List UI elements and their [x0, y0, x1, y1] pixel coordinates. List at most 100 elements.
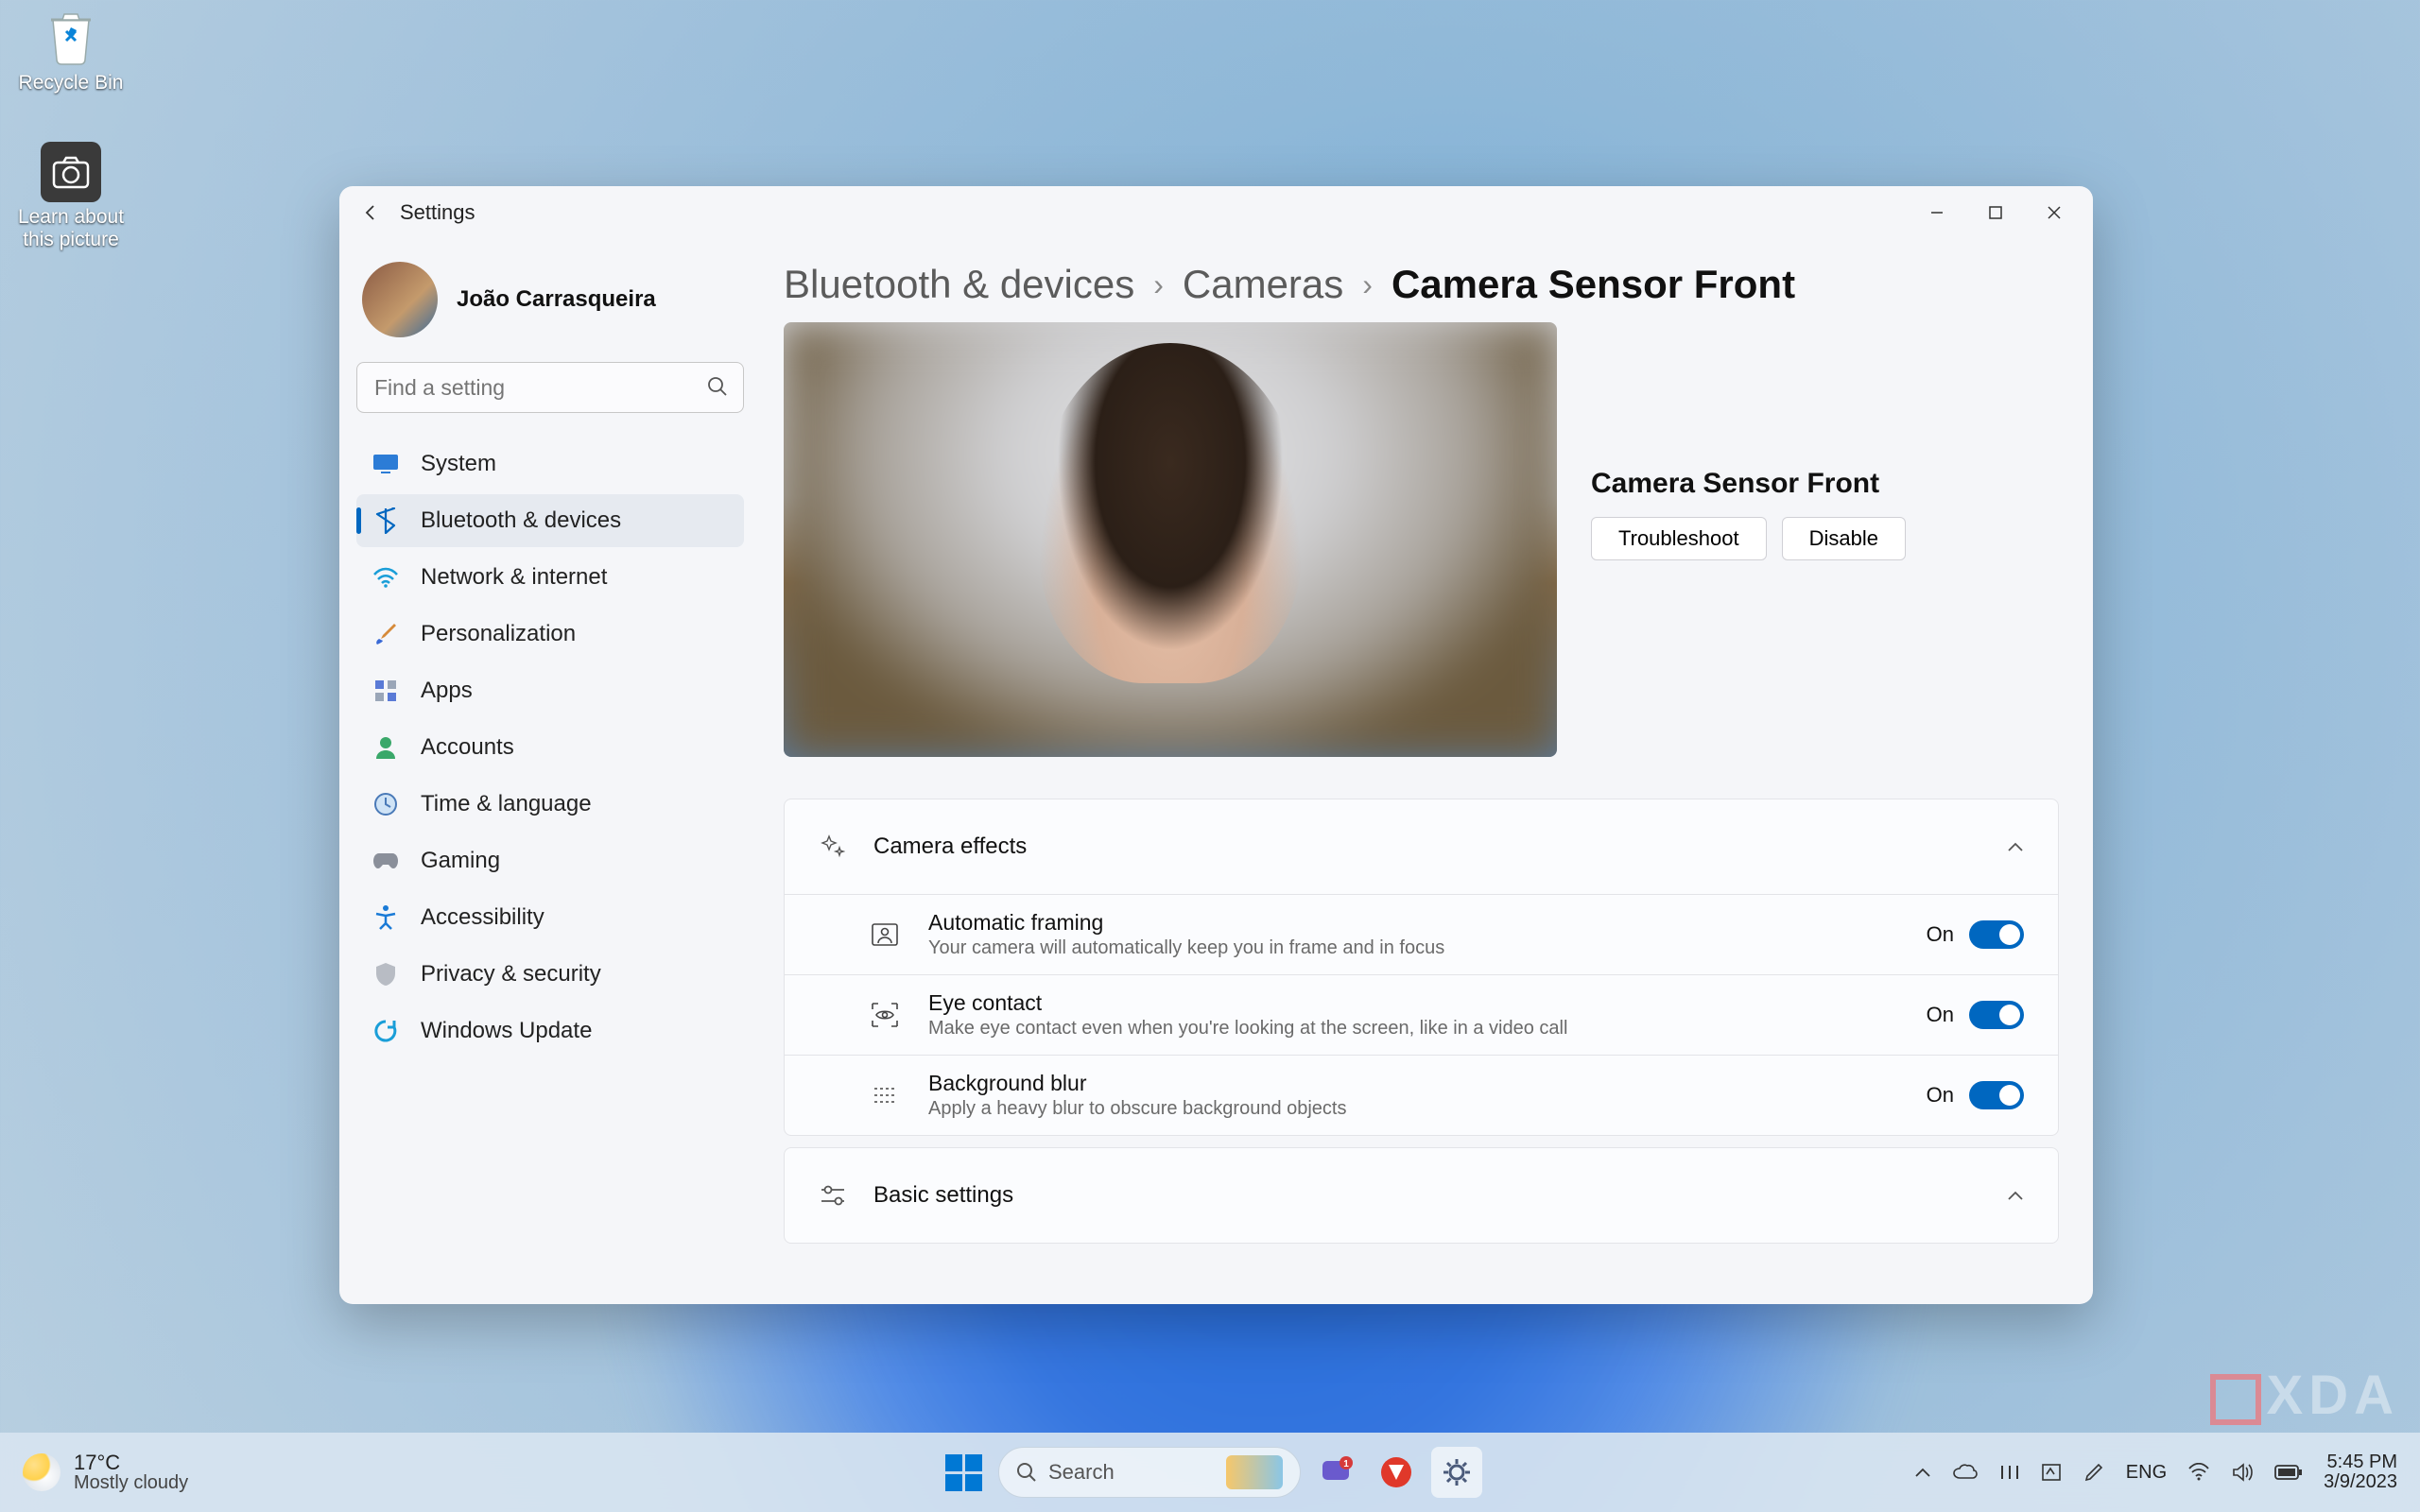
nav-label: System: [421, 451, 496, 477]
weather-cond: Mostly cloudy: [74, 1473, 188, 1493]
weather-temp: 17°C: [74, 1452, 188, 1473]
nav-label: Accounts: [421, 734, 514, 761]
row-title: Background blur: [928, 1071, 1900, 1096]
minimize-button[interactable]: [1908, 191, 1966, 234]
accessibility-icon: [372, 903, 400, 932]
start-button[interactable]: [938, 1447, 989, 1498]
desktop-icon-recycle-bin[interactable]: Recycle Bin: [9, 8, 132, 94]
breadcrumb-root[interactable]: Bluetooth & devices: [784, 262, 1134, 307]
nav-label: Gaming: [421, 848, 500, 874]
tray-app-icon[interactable]: [1999, 1463, 2020, 1482]
chevron-up-icon: [2007, 1190, 2024, 1201]
tray-wifi-icon[interactable]: [2187, 1463, 2210, 1482]
main-content: Bluetooth & devices › Cameras › Camera S…: [753, 239, 2093, 1304]
nav-time[interactable]: Time & language: [356, 778, 744, 831]
search-icon: [706, 375, 729, 398]
camera-preview: [784, 322, 1557, 757]
taskbar: 17°C Mostly cloudy Search 1 ENG 5:45 PM …: [0, 1433, 2420, 1512]
update-icon: [372, 1017, 400, 1045]
card-basic-settings: Basic settings: [784, 1147, 2059, 1244]
search-input[interactable]: [356, 362, 744, 413]
taskbar-app-settings[interactable]: [1431, 1447, 1482, 1498]
tray-app-icon-2[interactable]: [2041, 1463, 2062, 1482]
nav-update[interactable]: Windows Update: [356, 1005, 744, 1057]
toggle-state: On: [1927, 1083, 1954, 1108]
maximize-button[interactable]: [1966, 191, 2025, 234]
desktop-icon-label: Recycle Bin: [9, 72, 132, 94]
nav-privacy[interactable]: Privacy & security: [356, 948, 744, 1001]
nav-label: Time & language: [421, 791, 592, 817]
svg-text:1: 1: [1343, 1459, 1349, 1469]
tray-pen-icon[interactable]: [2083, 1461, 2105, 1484]
nav-personalization[interactable]: Personalization: [356, 608, 744, 661]
settings-window: Settings João Carrasqueira System Blueto…: [339, 186, 2093, 1304]
camera-title: Camera Sensor Front: [1591, 468, 2059, 500]
user-name: João Carrasqueira: [457, 286, 656, 313]
desktop-icon-label: Learn about this picture: [0, 206, 142, 251]
nav-label: Windows Update: [421, 1018, 592, 1044]
nav-label: Apps: [421, 678, 473, 704]
avatar: [362, 262, 438, 337]
sparkle-icon: [819, 833, 847, 861]
disable-button[interactable]: Disable: [1782, 517, 1906, 560]
card-header-effects[interactable]: Camera effects: [785, 799, 2058, 894]
eye-scan-icon: [868, 998, 902, 1032]
row-subtitle: Your camera will automatically keep you …: [928, 937, 1900, 959]
card-title: Camera effects: [873, 833, 1027, 860]
system-icon: [372, 450, 400, 478]
camera-icon: [41, 142, 101, 202]
row-automatic-framing: Automatic framing Your camera will autom…: [785, 894, 2058, 974]
nav-label: Bluetooth & devices: [421, 507, 621, 534]
nav-list: System Bluetooth & devices Network & int…: [356, 438, 744, 1057]
row-title: Automatic framing: [928, 910, 1900, 936]
chevron-right-icon: ›: [1153, 267, 1164, 302]
taskbar-weather[interactable]: 17°C Mostly cloudy: [23, 1452, 188, 1493]
nav-accessibility[interactable]: Accessibility: [356, 891, 744, 944]
chevron-up-icon: [2007, 841, 2024, 852]
toggle-eye-contact[interactable]: [1969, 1001, 2024, 1029]
shield-icon: [372, 960, 400, 988]
tray-onedrive-icon[interactable]: [1952, 1463, 1979, 1482]
tray-language[interactable]: ENG: [2126, 1462, 2167, 1484]
chevron-right-icon: ›: [1362, 267, 1373, 302]
taskbar-app-chat[interactable]: 1: [1310, 1447, 1361, 1498]
toggle-background-blur[interactable]: [1969, 1081, 2024, 1109]
blur-icon: [868, 1078, 902, 1112]
nav-label: Network & internet: [421, 564, 607, 591]
breadcrumb-cameras[interactable]: Cameras: [1183, 262, 1343, 307]
close-button[interactable]: [2025, 191, 2083, 234]
user-profile[interactable]: João Carrasqueira: [356, 252, 744, 362]
taskbar-center: Search 1: [938, 1447, 1482, 1498]
tray-datetime[interactable]: 5:45 PM 3/9/2023: [2324, 1452, 2397, 1492]
tray-overflow-icon[interactable]: [1914, 1467, 1931, 1478]
sliders-icon: [819, 1181, 847, 1210]
nav-network[interactable]: Network & internet: [356, 551, 744, 604]
tray-battery-icon[interactable]: [2274, 1464, 2303, 1481]
window-title: Settings: [400, 200, 1908, 225]
row-subtitle: Apply a heavy blur to obscure background…: [928, 1098, 1900, 1120]
search-icon: [1016, 1462, 1037, 1483]
desktop-icon-learn-picture[interactable]: Learn about this picture: [0, 142, 142, 251]
nav-gaming[interactable]: Gaming: [356, 834, 744, 887]
taskbar-app-vivaldi[interactable]: [1371, 1447, 1422, 1498]
apps-icon: [372, 677, 400, 705]
nav-label: Privacy & security: [421, 961, 601, 988]
bluetooth-icon: [372, 507, 400, 535]
nav-apps[interactable]: Apps: [356, 664, 744, 717]
toggle-automatic-framing[interactable]: [1969, 920, 2024, 949]
nav-system[interactable]: System: [356, 438, 744, 490]
nav-bluetooth[interactable]: Bluetooth & devices: [356, 494, 744, 547]
back-button[interactable]: [356, 198, 387, 228]
nav-label: Personalization: [421, 621, 576, 647]
card-header-basic[interactable]: Basic settings: [785, 1148, 2058, 1243]
troubleshoot-button[interactable]: Troubleshoot: [1591, 517, 1767, 560]
search-placeholder: Search: [1048, 1460, 1115, 1485]
nav-accounts[interactable]: Accounts: [356, 721, 744, 774]
titlebar: Settings: [339, 186, 2093, 239]
taskbar-search[interactable]: Search: [998, 1447, 1301, 1498]
card-title: Basic settings: [873, 1182, 1013, 1209]
brush-icon: [372, 620, 400, 648]
taskbar-right: ENG 5:45 PM 3/9/2023: [1914, 1452, 2397, 1492]
card-camera-effects: Camera effects Automatic framing Your ca…: [784, 799, 2059, 1136]
tray-volume-icon[interactable]: [2231, 1462, 2254, 1483]
